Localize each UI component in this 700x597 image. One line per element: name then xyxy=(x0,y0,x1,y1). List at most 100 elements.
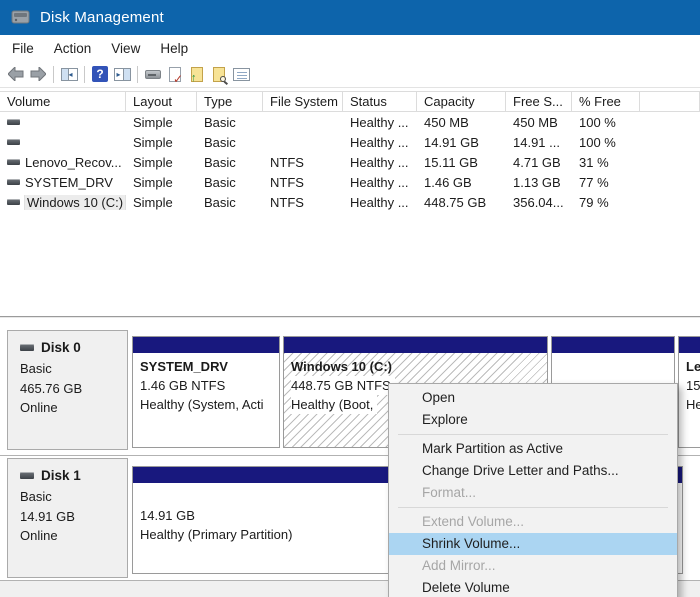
volume-capacity: 14.91 GB xyxy=(417,135,506,150)
volume-type: Basic xyxy=(197,115,263,130)
toolbar-separator xyxy=(53,66,54,83)
volume-capacity: 15.11 GB xyxy=(417,155,506,170)
column-header[interactable]: Layout xyxy=(126,92,197,111)
check-document-icon[interactable]: ✓ xyxy=(164,63,186,85)
volume-type: Basic xyxy=(197,155,263,170)
menu-bar: FileActionViewHelp xyxy=(0,35,700,61)
context-menu-item[interactable]: Extend Volume... xyxy=(389,511,677,533)
partition-size: 15 xyxy=(686,376,700,395)
search-disk-icon[interactable] xyxy=(208,63,230,85)
volume-list-body: Simple Basic Healthy ... 450 MB 450 MB 1… xyxy=(0,112,700,212)
volume-capacity: 448.75 GB xyxy=(417,195,506,210)
volume-layout: Simple xyxy=(126,155,197,170)
context-menu-item[interactable] xyxy=(398,434,668,435)
context-menu-item[interactable]: Explore xyxy=(389,409,677,431)
toolbar: ◂ ? ▸ ✓ ↑ xyxy=(0,61,700,88)
toolbar-separator xyxy=(84,66,85,83)
volume-pct-free: 31 % xyxy=(572,155,640,170)
volume-status: Healthy ... xyxy=(343,155,417,170)
properties-list-icon[interactable] xyxy=(230,63,252,85)
help-icon[interactable]: ? xyxy=(89,63,111,85)
context-menu: OpenExplore Mark Partition as ActiveChang… xyxy=(388,383,678,597)
volume-row[interactable]: Simple Basic Healthy ... 14.91 GB 14.91 … xyxy=(0,132,700,152)
volume-capacity: 450 MB xyxy=(417,115,506,130)
console-tree-icon[interactable]: ◂ xyxy=(58,63,80,85)
disk1-size: 14.91 GB xyxy=(20,507,127,527)
partition-color-bar xyxy=(133,337,279,353)
volume-row[interactable]: Windows 10 (C:) Simple Basic NTFS Health… xyxy=(0,192,700,212)
volume-status: Healthy ... xyxy=(343,115,417,130)
disk0-kind: Basic xyxy=(20,359,127,379)
volume-layout: Simple xyxy=(126,175,197,190)
volume-row[interactable]: Simple Basic Healthy ... 450 MB 450 MB 1… xyxy=(0,112,700,132)
title-bar: Disk Management xyxy=(0,0,700,35)
column-header[interactable]: Capacity xyxy=(417,92,506,111)
volume-name: SYSTEM_DRV xyxy=(25,175,113,190)
column-header[interactable]: % Free xyxy=(572,92,640,111)
context-menu-item[interactable]: Shrink Volume... xyxy=(389,533,677,555)
volume-disk-icon xyxy=(7,139,20,145)
menu-bar-item[interactable]: File xyxy=(2,37,44,60)
volume-type: Basic xyxy=(197,175,263,190)
volume-status: Healthy ... xyxy=(343,195,417,210)
column-header[interactable]: Free S... xyxy=(506,92,572,111)
context-menu-item[interactable] xyxy=(398,507,668,508)
window-title: Disk Management xyxy=(40,9,164,26)
volume-list: VolumeLayoutTypeFile SystemStatusCapacit… xyxy=(0,91,700,212)
volume-name: Lenovo_Recov... xyxy=(25,155,122,170)
app-disk-icon xyxy=(11,10,31,25)
disk1-status: Online xyxy=(20,526,127,546)
disk-icon xyxy=(20,344,34,351)
rescan-disks-icon[interactable]: ↑ xyxy=(186,63,208,85)
context-menu-item[interactable]: Add Mirror... xyxy=(389,555,677,577)
disk0-label[interactable]: Disk 0 Basic 465.76 GB Online xyxy=(7,330,128,450)
volume-type: Basic xyxy=(197,135,263,150)
column-header[interactable] xyxy=(640,92,700,111)
context-menu-item[interactable]: Delete Volume xyxy=(389,577,677,597)
partition-color-bar xyxy=(284,337,547,353)
column-header[interactable]: Status xyxy=(343,92,417,111)
menu-bar-item[interactable]: View xyxy=(101,37,150,60)
context-menu-item[interactable]: Open xyxy=(389,387,677,409)
volume-pct-free: 79 % xyxy=(572,195,640,210)
back-icon[interactable] xyxy=(5,63,27,85)
volume-disk-icon xyxy=(7,179,20,185)
volume-name: Windows 10 (C:) xyxy=(25,195,125,210)
partition[interactable]: SYSTEM_DRV 1.46 GB NTFS Healthy (System,… xyxy=(132,336,280,448)
disk1-kind: Basic xyxy=(20,487,127,507)
volume-pct-free: 100 % xyxy=(572,115,640,130)
volume-row[interactable]: SYSTEM_DRV Simple Basic NTFS Healthy ...… xyxy=(0,172,700,192)
volume-filesystem: NTFS xyxy=(263,155,343,170)
volume-list-header: VolumeLayoutTypeFile SystemStatusCapacit… xyxy=(0,91,700,112)
forward-icon[interactable] xyxy=(27,63,49,85)
disk0-size: 465.76 GB xyxy=(20,379,127,399)
volume-free-space: 1.13 GB xyxy=(506,175,572,190)
menu-bar-item[interactable]: Help xyxy=(150,37,198,60)
partition-size: 1.46 GB NTFS xyxy=(140,376,272,395)
partition-name: Le xyxy=(686,357,700,376)
column-header[interactable]: File System xyxy=(263,92,343,111)
volume-layout: Simple xyxy=(126,135,197,150)
pane-splitter[interactable] xyxy=(0,316,700,318)
column-header[interactable]: Type xyxy=(197,92,263,111)
volume-pct-free: 77 % xyxy=(572,175,640,190)
disk1-label[interactable]: Disk 1 Basic 14.91 GB Online xyxy=(7,458,128,578)
toolbar-separator xyxy=(137,66,138,83)
column-header[interactable]: Volume xyxy=(0,92,126,111)
volume-disk-icon xyxy=(7,119,20,125)
partition[interactable]: Le 15 He xyxy=(678,336,700,448)
disk0-status: Online xyxy=(20,398,127,418)
volume-status: Healthy ... xyxy=(343,175,417,190)
context-menu-item[interactable]: Change Drive Letter and Paths... xyxy=(389,460,677,482)
volume-capacity: 1.46 GB xyxy=(417,175,506,190)
volume-row[interactable]: Lenovo_Recov... Simple Basic NTFS Health… xyxy=(0,152,700,172)
context-menu-item[interactable]: Mark Partition as Active xyxy=(389,438,677,460)
volume-free-space: 4.71 GB xyxy=(506,155,572,170)
menu-bar-item[interactable]: Action xyxy=(44,37,102,60)
context-menu-item[interactable]: Format... xyxy=(389,482,677,504)
device-status-icon[interactable] xyxy=(142,63,164,85)
volume-free-space: 356.04... xyxy=(506,195,572,210)
volume-status: Healthy ... xyxy=(343,135,417,150)
disk-management-window: Disk Management FileActionViewHelp ◂ ? ▸… xyxy=(0,0,700,597)
action-pane-icon[interactable]: ▸ xyxy=(111,63,133,85)
